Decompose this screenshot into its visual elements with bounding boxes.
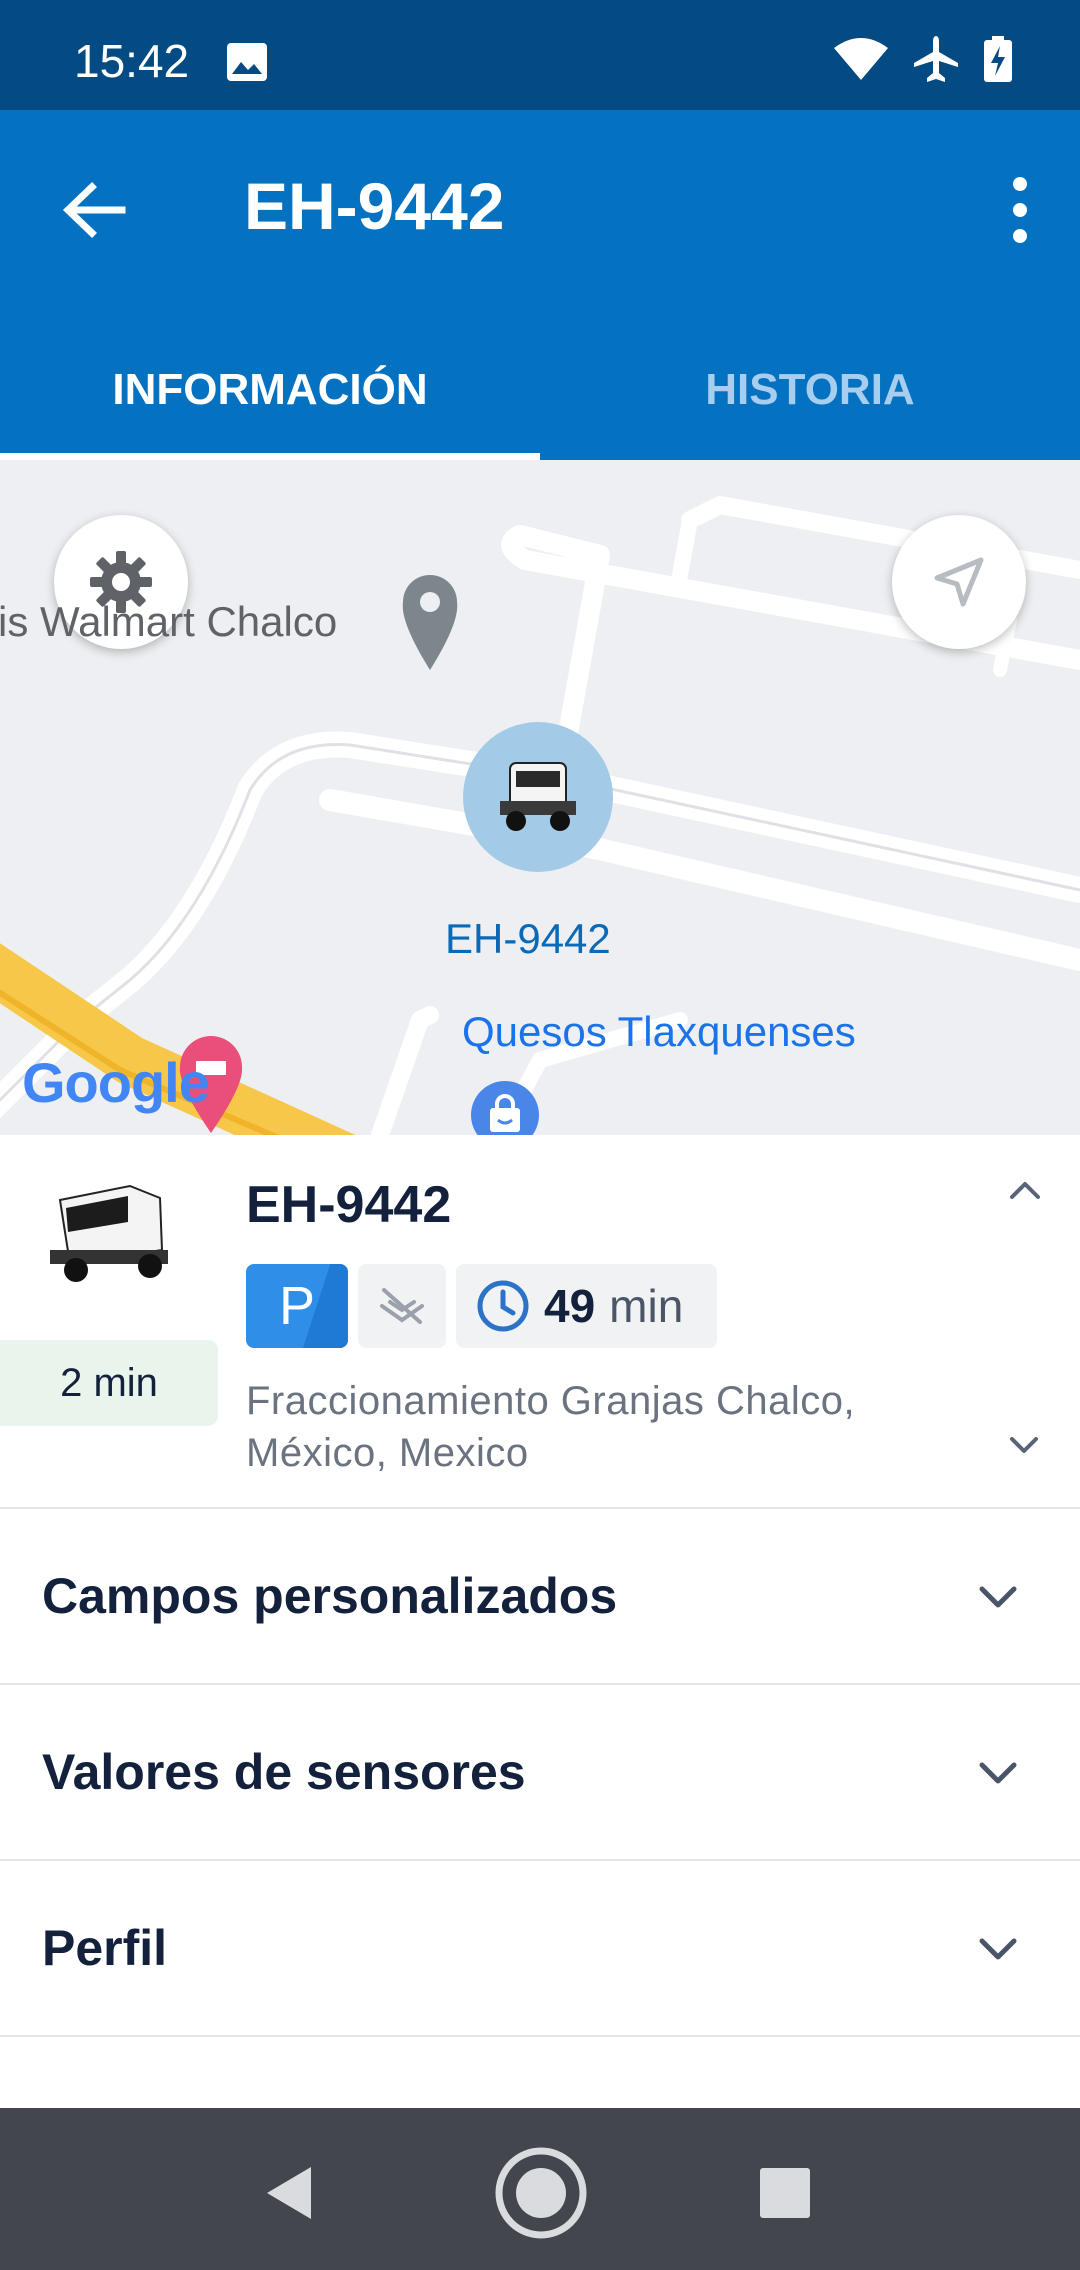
satellite-off-icon (380, 1288, 424, 1324)
my-location-button[interactable] (892, 515, 1026, 649)
status-badges: P 49 min (246, 1264, 718, 1348)
square-recents-icon (760, 2168, 810, 2218)
back-button[interactable] (56, 170, 136, 250)
duration-value: 49 (544, 1280, 596, 1332)
nav-home-button[interactable] (486, 2138, 596, 2248)
vehicle-name: EH-9442 (246, 1176, 452, 1234)
no-signal-badge (358, 1264, 446, 1348)
page-title: EH-9442 (244, 169, 505, 243)
more-vert-icon (1013, 177, 1027, 243)
vehicle-map-label: EH-9442 (445, 915, 611, 962)
section-perfil[interactable]: Perfil (0, 1861, 1080, 2037)
duration-unit: min (609, 1280, 684, 1332)
section-valores-de-sensores[interactable]: Valores de sensores (0, 1685, 1080, 1861)
navigation-arrow-icon (934, 557, 984, 607)
app-bar: EH-9442 INFORMACIÓN HISTORIA (0, 110, 1080, 460)
section-title: Campos personalizados (42, 1568, 618, 1624)
map-view[interactable]: is Walmart Chalco EH-9442 Quesos Tlaxque… (0, 460, 1080, 1135)
poi-label-quesos: Quesos Tlaxquenses (462, 1008, 856, 1055)
airplane-icon (914, 36, 958, 87)
nav-recents-button[interactable] (730, 2138, 840, 2248)
truck-thumbnail (40, 1180, 180, 1290)
shopping-bag-icon[interactable] (470, 1080, 540, 1135)
duration-badge: 49 min (456, 1264, 718, 1348)
collapse-card-button[interactable] (1000, 1165, 1050, 1215)
vehicle-card[interactable]: 2 min EH-9442 P 49 min Fraccionamiento G… (0, 1135, 1080, 1509)
section-title: Perfil (42, 1920, 168, 1976)
status-icons (834, 36, 1012, 87)
wifi-icon (834, 38, 888, 85)
battery-charging-icon (984, 36, 1012, 87)
triangle-back-icon (267, 2167, 311, 2219)
more-options-button[interactable] (990, 170, 1050, 250)
poi-label-walmart: is Walmart Chalco (0, 598, 338, 645)
chevron-down-icon[interactable] (972, 1571, 1024, 1623)
parking-badge: P (246, 1264, 348, 1348)
system-nav-bar (0, 2108, 1080, 2270)
google-logo: Google (22, 1051, 210, 1114)
last-update-badge: 2 min (0, 1340, 218, 1426)
status-time: 15:42 (74, 35, 190, 87)
clock-icon (477, 1280, 529, 1332)
vehicle-address: Fraccionamiento Granjas Chalco, México, … (246, 1379, 856, 1475)
chevron-down-icon[interactable] (972, 1747, 1024, 1799)
arrow-left-icon (62, 182, 126, 238)
tab-informacion[interactable]: INFORMACIÓN (0, 350, 540, 460)
status-bar: 15:42 (0, 0, 1080, 110)
map-pin-icon[interactable] (400, 572, 460, 677)
truck-icon (500, 762, 576, 831)
tab-indicator (0, 453, 540, 460)
chevron-down-icon (1010, 1437, 1038, 1453)
tab-historia[interactable]: HISTORIA (540, 350, 1080, 460)
nav-back-button[interactable] (236, 2138, 346, 2248)
image-icon (226, 42, 268, 82)
section-campos-personalizados[interactable]: Campos personalizados (0, 1509, 1080, 1685)
truck-icon (50, 1184, 168, 1282)
vehicle-marker[interactable] (463, 722, 613, 872)
section-title: Valores de sensores (42, 1744, 526, 1800)
expand-address-button[interactable] (1002, 1423, 1046, 1467)
chevron-down-icon[interactable] (972, 1923, 1024, 1975)
home-circle-icon (495, 2147, 587, 2239)
chevron-up-icon (1010, 1182, 1040, 1199)
